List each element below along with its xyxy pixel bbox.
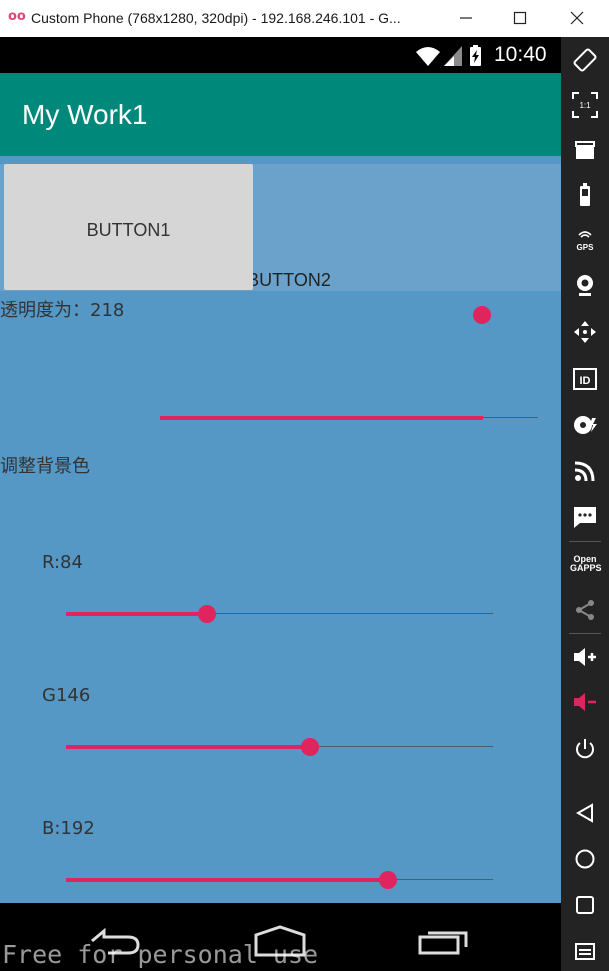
sidebar-back-button[interactable] bbox=[561, 793, 609, 833]
emulator-sidebar: 1:1 GPS ID Open GAPPS bbox=[561, 37, 609, 971]
red-label: R:84 bbox=[42, 552, 83, 573]
close-button[interactable] bbox=[557, 4, 597, 32]
bg-color-label: 调整背景色 bbox=[0, 456, 90, 477]
seekbar-progress bbox=[66, 878, 388, 882]
app-toolbar: My Work1 bbox=[0, 73, 561, 156]
green-label: G146 bbox=[42, 685, 91, 706]
sidebar-recents-button[interactable] bbox=[561, 885, 609, 925]
status-bar: 10:40 bbox=[0, 37, 561, 73]
screen-record-button[interactable] bbox=[561, 130, 609, 170]
recents-icon[interactable] bbox=[418, 931, 468, 955]
gps-icon: GPS bbox=[577, 231, 595, 252]
rss-icon bbox=[574, 461, 595, 482]
volume-down-button[interactable] bbox=[561, 682, 609, 722]
sidebar-menu-button[interactable] bbox=[561, 931, 609, 971]
seekbar-progress bbox=[160, 416, 483, 420]
sidebar-divider bbox=[569, 633, 601, 634]
id-icon: ID bbox=[573, 368, 597, 390]
alpha-label: 透明度为：218 bbox=[0, 300, 125, 321]
sms-icon bbox=[574, 507, 596, 528]
screen-record-icon bbox=[575, 141, 595, 159]
move-button[interactable] bbox=[561, 312, 609, 352]
phone-screen: 10:40 My Work1 BUTTON2 BUTTON1 透明度为：218 … bbox=[0, 37, 561, 971]
disk-button[interactable] bbox=[561, 405, 609, 445]
maximize-icon bbox=[513, 11, 527, 25]
recents-icon bbox=[576, 896, 594, 914]
minimize-icon bbox=[460, 17, 472, 19]
button1[interactable]: BUTTON1 bbox=[4, 164, 253, 290]
power-button[interactable] bbox=[561, 729, 609, 769]
sidebar-home-button[interactable] bbox=[561, 839, 609, 879]
sidebar-divider bbox=[569, 541, 601, 542]
watermark-text: Free for personal use bbox=[2, 940, 319, 969]
red-seekbar[interactable] bbox=[66, 604, 493, 624]
volume-up-icon bbox=[574, 648, 596, 666]
volume-down-icon bbox=[574, 693, 596, 711]
camera-icon bbox=[577, 275, 593, 296]
battery-icon bbox=[580, 183, 590, 206]
seekbar-thumb[interactable] bbox=[301, 738, 319, 756]
svg-text:ID: ID bbox=[580, 375, 591, 387]
blue-label: B:192 bbox=[42, 818, 95, 839]
close-icon bbox=[570, 11, 584, 25]
opengapps-button[interactable]: Open GAPPS bbox=[561, 545, 609, 585]
alpha-indicator-dot bbox=[473, 306, 491, 324]
battery-charging-icon bbox=[470, 45, 481, 66]
camera-button[interactable] bbox=[561, 265, 609, 305]
maximize-button[interactable] bbox=[500, 4, 540, 32]
gps-button[interactable]: GPS bbox=[561, 220, 609, 260]
green-seekbar[interactable] bbox=[66, 737, 493, 757]
window-titlebar: oo Custom Phone (768x1280, 320dpi) - 192… bbox=[0, 0, 609, 38]
rotate-button[interactable] bbox=[561, 40, 609, 80]
scale-button[interactable]: 1:1 bbox=[561, 85, 609, 125]
seekbar-progress bbox=[66, 745, 310, 749]
svg-text:1:1: 1:1 bbox=[579, 101, 591, 110]
power-icon bbox=[576, 739, 594, 759]
share-icon bbox=[576, 600, 594, 620]
alpha-seekbar[interactable] bbox=[160, 408, 538, 428]
rss-button[interactable] bbox=[561, 451, 609, 491]
home-icon bbox=[575, 849, 595, 869]
battery-button[interactable] bbox=[561, 175, 609, 215]
wifi-icon bbox=[416, 47, 440, 66]
disk-icon bbox=[574, 416, 597, 434]
scale-icon: 1:1 bbox=[572, 92, 598, 118]
main-content: BUTTON2 BUTTON1 透明度为：218 调整背景色 R:84 G146… bbox=[0, 156, 561, 903]
back-icon bbox=[575, 803, 593, 823]
app-title: My Work1 bbox=[22, 99, 148, 130]
seekbar-progress bbox=[66, 612, 207, 616]
status-icons bbox=[416, 45, 481, 66]
blue-seekbar[interactable] bbox=[66, 870, 493, 890]
volume-up-button[interactable] bbox=[561, 637, 609, 677]
sms-button[interactable] bbox=[561, 497, 609, 537]
opengapps-icon: Open GAPPS bbox=[570, 554, 602, 573]
seekbar-thumb[interactable] bbox=[198, 605, 216, 623]
move-icon bbox=[574, 321, 596, 343]
signal-icon bbox=[444, 46, 462, 66]
status-clock: 10:40 bbox=[494, 43, 547, 66]
id-button[interactable]: ID bbox=[561, 359, 609, 399]
menu-icon bbox=[575, 943, 595, 960]
svg-text:GPS: GPS bbox=[577, 243, 595, 252]
rotate-icon bbox=[573, 48, 597, 72]
share-button[interactable] bbox=[561, 590, 609, 630]
minimize-button[interactable] bbox=[446, 4, 486, 32]
seekbar-thumb[interactable] bbox=[379, 871, 397, 889]
app-logo-icon: oo bbox=[8, 9, 26, 24]
window-title: Custom Phone (768x1280, 320dpi) - 192.16… bbox=[31, 10, 401, 26]
